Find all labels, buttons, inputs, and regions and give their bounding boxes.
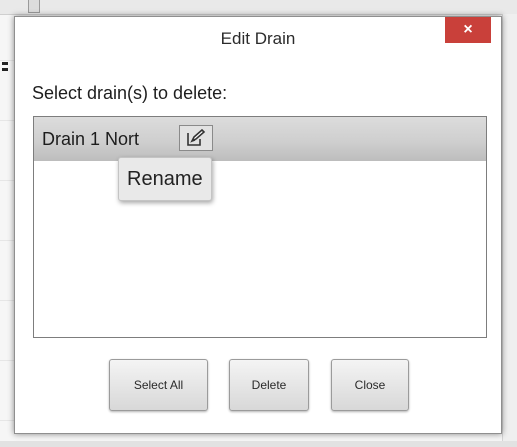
edit-pencil-icon[interactable] [179,125,213,151]
background-side-panel [502,14,517,447]
list-item[interactable]: Drain 1 Nort [34,117,486,161]
delete-prompt: Select drain(s) to delete: [32,83,228,103]
background-handle [28,0,40,13]
rename-tooltip: Rename [118,157,212,201]
close-dialog-button[interactable]: × [445,17,491,43]
drain-label: Drain 1 Nort [42,128,140,149]
select-all-button[interactable]: Select All [109,359,208,411]
background-bottom-bar [0,441,517,447]
background-toolbar [0,0,517,15]
dialog-titlebar: Edit Drain [15,17,501,61]
background-marker [0,60,10,74]
drain-listbox[interactable]: Drain 1 Nort [33,116,487,338]
pencil-svg [187,129,206,146]
dialog-title: Edit Drain [220,29,296,48]
close-button[interactable]: Close [331,359,409,411]
edit-drain-dialog: Edit Drain × Select drain(s) to delete: … [14,16,502,434]
delete-button[interactable]: Delete [229,359,309,411]
